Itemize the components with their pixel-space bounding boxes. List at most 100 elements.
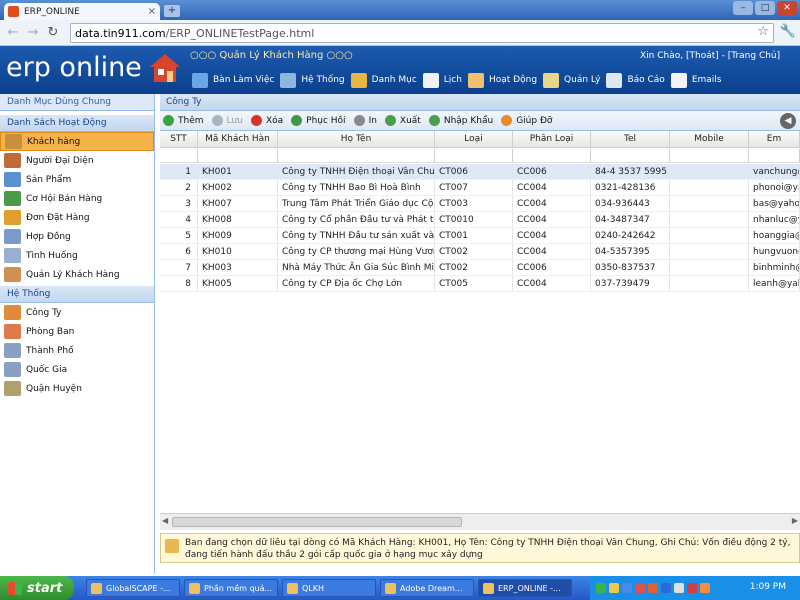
back-circle-icon[interactable]: ◀ [780,113,796,129]
column-header[interactable]: Mobile [670,131,749,147]
menu-item-0[interactable]: Bàn Làm Việc [192,71,280,89]
export-button[interactable]: Xuất [384,115,421,126]
table-cell: hoanggia@ [749,228,800,243]
maximize-icon[interactable]: □ [755,1,775,15]
scroll-thumb[interactable] [172,517,462,527]
sidebar-group-activities[interactable]: Danh Sách Hoạt Động [0,115,154,132]
tray-shield-icon[interactable] [609,583,619,593]
table-cell: CT006 [435,164,513,179]
filter-cell[interactable] [435,149,513,162]
filter-cell[interactable] [591,149,670,162]
menu-item-4[interactable]: Hoạt Động [467,71,543,89]
table-row[interactable]: 1 KH001 Công ty TNHH Điện thoại Vân Chun CT… [160,164,800,180]
table-cell [670,260,749,275]
table-cell: CC004 [513,228,591,243]
top-menu: Bàn Làm Việc Hệ Thống Danh Mục Lịch Hoạt Độn… [192,71,727,89]
save-button[interactable]: Lưu [211,115,243,126]
start-button[interactable]: start [0,576,74,600]
table-cell: Công ty Cổ phần Đầu tư và Phát tr [278,212,435,227]
menu-item-7[interactable]: Emails [670,71,728,89]
reload-icon[interactable]: ↻ [46,25,60,40]
sidebar-item-group2-0[interactable]: Công Ty [0,303,154,322]
table-row[interactable]: 4 KH008 Công ty Cổ phần Đầu tư và Phát tr C… [160,212,800,228]
column-header[interactable]: Mã Khách Hàn [198,131,278,147]
address-bar[interactable]: data.tin911.com/ERP_ONLINETestPage.html … [70,23,774,43]
help-button[interactable]: Giúp Đỡ [501,115,552,126]
filter-cell[interactable] [513,149,591,162]
taskbar-task[interactable]: QLKH [282,579,376,597]
breadcrumb: Công Ty [160,94,800,111]
taskbar-task[interactable]: ERP_ONLINE -... [478,579,572,597]
menu-item-6[interactable]: Báo Cáo [606,71,670,89]
sidebar-item-group1-0[interactable]: Khách hàng [0,132,154,151]
tray-pdf-icon[interactable] [635,583,645,593]
add-button[interactable]: Thêm [163,115,204,126]
tray-network-icon[interactable] [596,583,606,593]
taskbar-task[interactable]: GlobalSCAPE -... [86,579,180,597]
sidebar-item-group2-4[interactable]: Quận Huyện [0,379,154,398]
minimize-icon[interactable]: – [733,1,753,15]
bookmark-star-icon[interactable]: ☆ [757,24,769,39]
import-button[interactable]: Nhập Khẩu [428,115,493,126]
tray-app-icon[interactable] [700,583,710,593]
sidebar-item-group1-4[interactable]: Đơn Đặt Hàng [0,208,154,227]
table-row[interactable]: 7 KH003 Nhà Máy Thức Ăn Gia Súc Bình Mir CT… [160,260,800,276]
forward-arrow-icon[interactable]: → [26,25,40,40]
taskbar-task[interactable]: Adobe Dream... [380,579,474,597]
column-header[interactable]: Họ Tên [278,131,435,147]
home-link[interactable]: [Trang Chủ] [728,51,780,61]
greeting-text: Xin Chào, [640,51,684,61]
sidebar-item-group1-7[interactable]: Quản Lý Khách Hàng [0,265,154,284]
column-header[interactable]: Em [749,131,800,147]
browser-tab[interactable]: ERP_ONLINE × [4,3,160,20]
menu-item-5[interactable]: Quản Lý [543,71,606,89]
close-tab-icon[interactable]: × [148,6,156,17]
table-row[interactable]: 3 KH007 Trung Tâm Phát Triển Giáo dục Cộ CT… [160,196,800,212]
print-button[interactable]: In [353,115,377,126]
column-header[interactable]: Loại [435,131,513,147]
table-cell: Công ty TNHH Điện thoại Vân Chun [278,164,435,179]
table-row[interactable]: 8 KH005 Công ty CP Địa ốc Chợ Lớn CT005 CC00… [160,276,800,292]
sidebar-item-group1-1[interactable]: Người Đại Diện [0,151,154,170]
filter-cell[interactable] [749,149,800,162]
tray-bluetooth-icon[interactable] [661,583,671,593]
sidebar-item-group1-2[interactable]: Sản Phẩm [0,170,154,189]
sidebar-item-group2-3[interactable]: Quốc Gia [0,360,154,379]
delete-button[interactable]: Xóa [250,115,283,126]
tray-volume-icon[interactable] [674,583,684,593]
menu-item-2[interactable]: Danh Mục [350,71,423,89]
wrench-icon[interactable]: 🔧 [780,24,796,39]
sidebar-item-group1-5[interactable]: Hợp Đồng [0,227,154,246]
tray-sync-icon[interactable] [622,583,632,593]
tray-antivirus-icon[interactable] [648,583,658,593]
menu-item-3[interactable]: Lịch [422,71,468,89]
restore-button[interactable]: Phục Hồi [291,115,346,126]
filter-cell[interactable] [198,149,278,162]
sidebar-item-group1-6[interactable]: Tình Huống [0,246,154,265]
calendar-icon [422,72,439,88]
sidebar-item-group1-3[interactable]: Cơ Hội Bán Hàng [0,189,154,208]
menu-item-1[interactable]: Hệ Thống [280,71,350,89]
table-row[interactable]: 6 KH010 Công ty CP thương mại Hùng Vươn CT0… [160,244,800,260]
sidebar-group-system[interactable]: Hệ Thống [0,286,154,303]
sidebar-item-group2-1[interactable]: Phòng Ban [0,322,154,341]
taskbar-task[interactable]: Phần mềm quả... [184,579,278,597]
sidebar-item-group2-2[interactable]: Thành Phố [0,341,154,360]
filter-cell[interactable] [160,149,198,162]
scroll-left-icon[interactable]: ◀ [162,516,168,525]
table-row[interactable]: 2 KH002 Công ty TNHH Bao Bì Hoà Bình CT007 C… [160,180,800,196]
table-row[interactable]: 5 KH009 Công ty TNHH Đầu tư sản xuất và CT0… [160,228,800,244]
back-arrow-icon[interactable]: ← [6,25,20,40]
table-cell [670,276,749,291]
column-header[interactable]: Phân Loại [513,131,591,147]
close-window-icon[interactable]: ✕ [777,1,797,15]
new-tab-button[interactable]: + [164,5,180,17]
horizontal-scrollbar[interactable]: ◀ ▶ [160,513,800,530]
filter-cell[interactable] [670,149,749,162]
column-header[interactable]: Tel [591,131,670,147]
filter-cell[interactable] [278,149,435,162]
scroll-right-icon[interactable]: ▶ [792,516,798,525]
tray-v-icon[interactable] [687,583,697,593]
column-header[interactable]: STT [160,131,198,147]
logout-link[interactable]: [Thoát] [686,51,719,61]
